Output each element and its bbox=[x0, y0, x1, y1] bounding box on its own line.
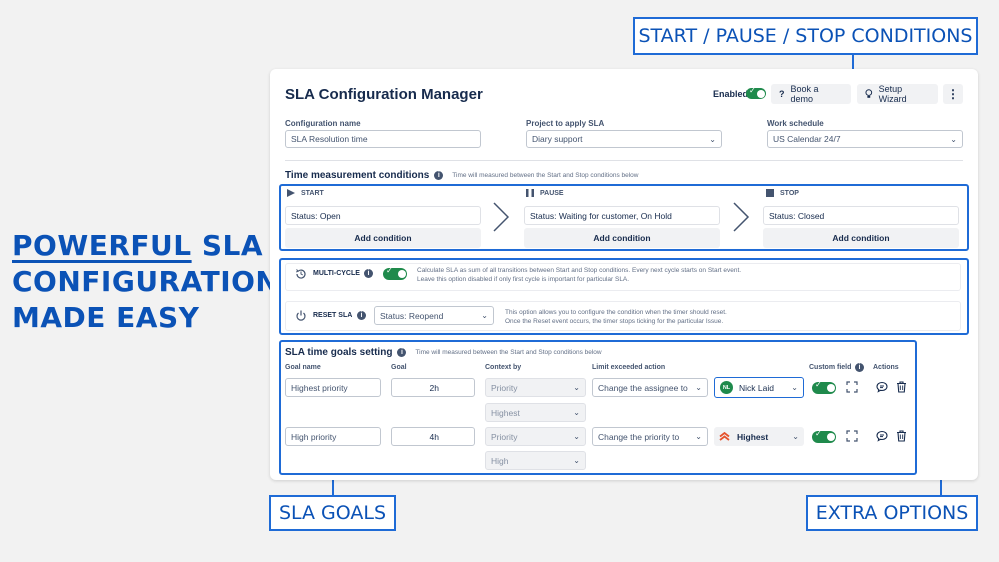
lightbulb-icon bbox=[865, 89, 873, 98]
multi-cycle-toggle[interactable]: ✓ bbox=[383, 266, 407, 280]
setup-wizard-button[interactable]: Setup Wizard bbox=[857, 84, 938, 104]
more-menu-button[interactable]: ⋮ bbox=[943, 84, 963, 104]
goal-time-input[interactable]: 4h bbox=[391, 427, 475, 446]
chevron-down-icon: ⌄ bbox=[695, 432, 702, 441]
chevron-down-icon: ⌄ bbox=[791, 383, 798, 392]
info-icon: i bbox=[357, 311, 366, 320]
enabled-toggle[interactable]: ✓ bbox=[746, 86, 766, 99]
priority-highest-icon bbox=[719, 432, 730, 441]
headline-line-2: CONFIGURATION bbox=[12, 265, 280, 298]
trash-icon[interactable] bbox=[894, 380, 908, 394]
stop-condition-field[interactable]: Status: Closed bbox=[763, 206, 959, 225]
chevron-down-icon: ⌄ bbox=[709, 134, 716, 144]
callout-extra-options: EXTRA OPTIONS bbox=[806, 495, 978, 531]
chevron-down-icon: ⌄ bbox=[573, 456, 580, 465]
schedule-label: Work schedule bbox=[767, 119, 824, 128]
stop-icon bbox=[766, 189, 774, 197]
avatar: NL bbox=[720, 381, 733, 394]
start-header: START bbox=[287, 189, 324, 197]
goal-name-input[interactable]: High priority bbox=[285, 427, 381, 446]
context-select[interactable]: Priority ⌄ bbox=[485, 378, 586, 397]
history-icon bbox=[296, 269, 306, 279]
chevron-down-icon: ⌄ bbox=[481, 311, 488, 320]
priority-select[interactable]: Highest ⌄ bbox=[714, 427, 804, 446]
start-add-condition-button[interactable]: Add condition bbox=[285, 228, 481, 248]
col-goal-name: Goal name bbox=[285, 364, 321, 371]
time-conditions-header: Time measurement conditions i Time will … bbox=[285, 170, 639, 181]
pause-icon bbox=[526, 189, 534, 197]
info-icon: i bbox=[434, 171, 444, 180]
chevron-down-icon: ⌄ bbox=[573, 432, 580, 441]
project-label: Project to apply SLA bbox=[526, 119, 605, 128]
pause-condition-field[interactable]: Status: Waiting for customer, On Hold bbox=[524, 206, 720, 225]
chevron-down-icon: ⌄ bbox=[573, 383, 580, 392]
expand-icon[interactable] bbox=[845, 429, 859, 443]
chevron-down-icon: ⌄ bbox=[695, 383, 702, 392]
book-demo-button[interactable]: ? Book a demo bbox=[771, 84, 851, 104]
comment-icon[interactable] bbox=[875, 429, 889, 443]
info-icon: i bbox=[364, 269, 373, 278]
project-select[interactable]: Diary support ⌄ bbox=[526, 130, 722, 148]
config-name-input[interactable]: SLA Resolution time bbox=[285, 130, 481, 148]
start-condition-field[interactable]: Status: Open bbox=[285, 206, 481, 225]
schedule-select[interactable]: US Calendar 24/7 ⌄ bbox=[767, 130, 963, 148]
pause-add-condition-button[interactable]: Add condition bbox=[524, 228, 720, 248]
col-actions: Actions bbox=[873, 364, 899, 371]
goal-time-input[interactable]: 2h bbox=[391, 378, 475, 397]
context-value-select[interactable]: High ⌄ bbox=[485, 451, 586, 470]
context-select[interactable]: Priority ⌄ bbox=[485, 427, 586, 446]
col-goal: Goal bbox=[391, 364, 407, 371]
question-icon: ? bbox=[779, 89, 785, 99]
reset-sla-select[interactable]: Status: Reopend ⌄ bbox=[374, 306, 494, 325]
headline-line-3: MADE EASY bbox=[12, 301, 200, 334]
col-custom-field: Custom field bbox=[809, 364, 852, 371]
callout-sla-goals: SLA GOALS bbox=[269, 495, 396, 531]
divider bbox=[285, 160, 963, 161]
goals-header: SLA time goals setting i Time will measu… bbox=[285, 347, 602, 358]
info-icon: i bbox=[855, 363, 864, 372]
col-context: Context by bbox=[485, 364, 522, 371]
headline-line-1: POWERFUL SLA bbox=[12, 229, 264, 262]
play-icon bbox=[287, 189, 295, 197]
context-value-select[interactable]: Highest ⌄ bbox=[485, 403, 586, 422]
sla-config-card: SLA Configuration Manager Enabled ✓ ? Bo… bbox=[270, 69, 978, 480]
reset-sla-label: RESET SLA bbox=[313, 312, 353, 319]
more-icon: ⋮ bbox=[947, 87, 959, 101]
sla-goals-frame bbox=[279, 340, 917, 475]
chevron-down-icon: ⌄ bbox=[792, 432, 799, 441]
chevron-right-icon bbox=[493, 202, 510, 232]
chevron-down-icon: ⌄ bbox=[573, 408, 580, 417]
callout-start-pause-stop: START / PAUSE / STOP CONDITIONS bbox=[633, 17, 978, 55]
assignee-select[interactable]: NL Nick Laid ⌄ bbox=[714, 377, 804, 398]
enabled-label: Enabled bbox=[713, 89, 749, 99]
headline: POWERFUL SLA CONFIGURATION MADE EASY bbox=[12, 228, 280, 336]
page-title: SLA Configuration Manager bbox=[285, 86, 483, 103]
reset-sla-desc: This option allows you to configure the … bbox=[505, 309, 727, 325]
chevron-right-icon bbox=[733, 202, 750, 232]
config-name-label: Configuration name bbox=[285, 119, 361, 128]
stop-header: STOP bbox=[766, 189, 799, 197]
multi-cycle-label: MULTI-CYCLE bbox=[313, 270, 360, 277]
custom-field-toggle[interactable]: ✓ bbox=[812, 429, 836, 443]
trash-icon[interactable] bbox=[894, 429, 908, 443]
comment-icon[interactable] bbox=[875, 380, 889, 394]
col-action: Limit exceeded action bbox=[592, 364, 666, 371]
goal-name-input[interactable]: Highest priority bbox=[285, 378, 381, 397]
multi-cycle-desc: Calculate SLA as sum of all transitions … bbox=[417, 267, 742, 283]
info-icon: i bbox=[397, 348, 407, 357]
action-select[interactable]: Change the assignee to ⌄ bbox=[592, 378, 708, 397]
expand-icon[interactable] bbox=[845, 380, 859, 394]
stop-add-condition-button[interactable]: Add condition bbox=[763, 228, 959, 248]
custom-field-toggle[interactable]: ✓ bbox=[812, 380, 836, 394]
pause-header: PAUSE bbox=[526, 189, 564, 197]
chevron-down-icon: ⌄ bbox=[950, 134, 957, 144]
action-select[interactable]: Change the priority to ⌄ bbox=[592, 427, 708, 446]
power-icon bbox=[296, 310, 306, 321]
